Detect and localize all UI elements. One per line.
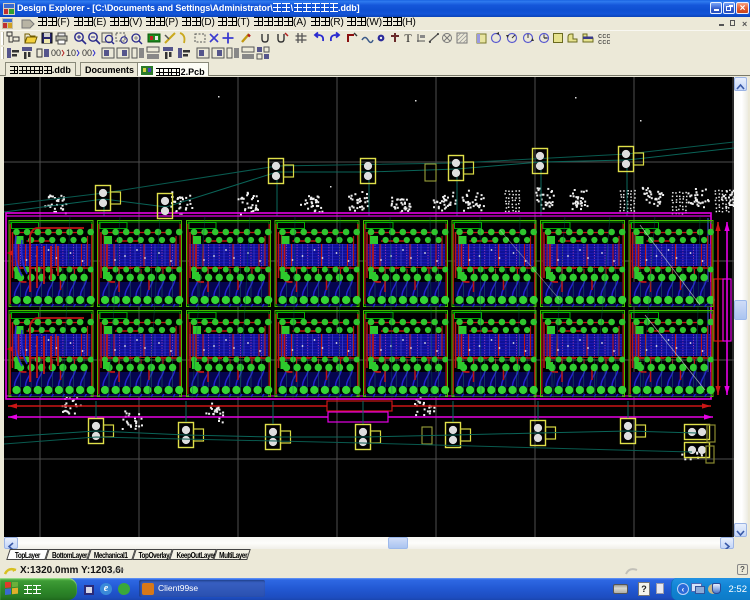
- svg-text:00: 00: [82, 48, 92, 58]
- svg-text:00: 00: [51, 48, 61, 58]
- svg-text:T: T: [404, 31, 412, 45]
- svg-text:10: 10: [66, 48, 76, 58]
- svg-text:ccc: ccc: [598, 39, 611, 45]
